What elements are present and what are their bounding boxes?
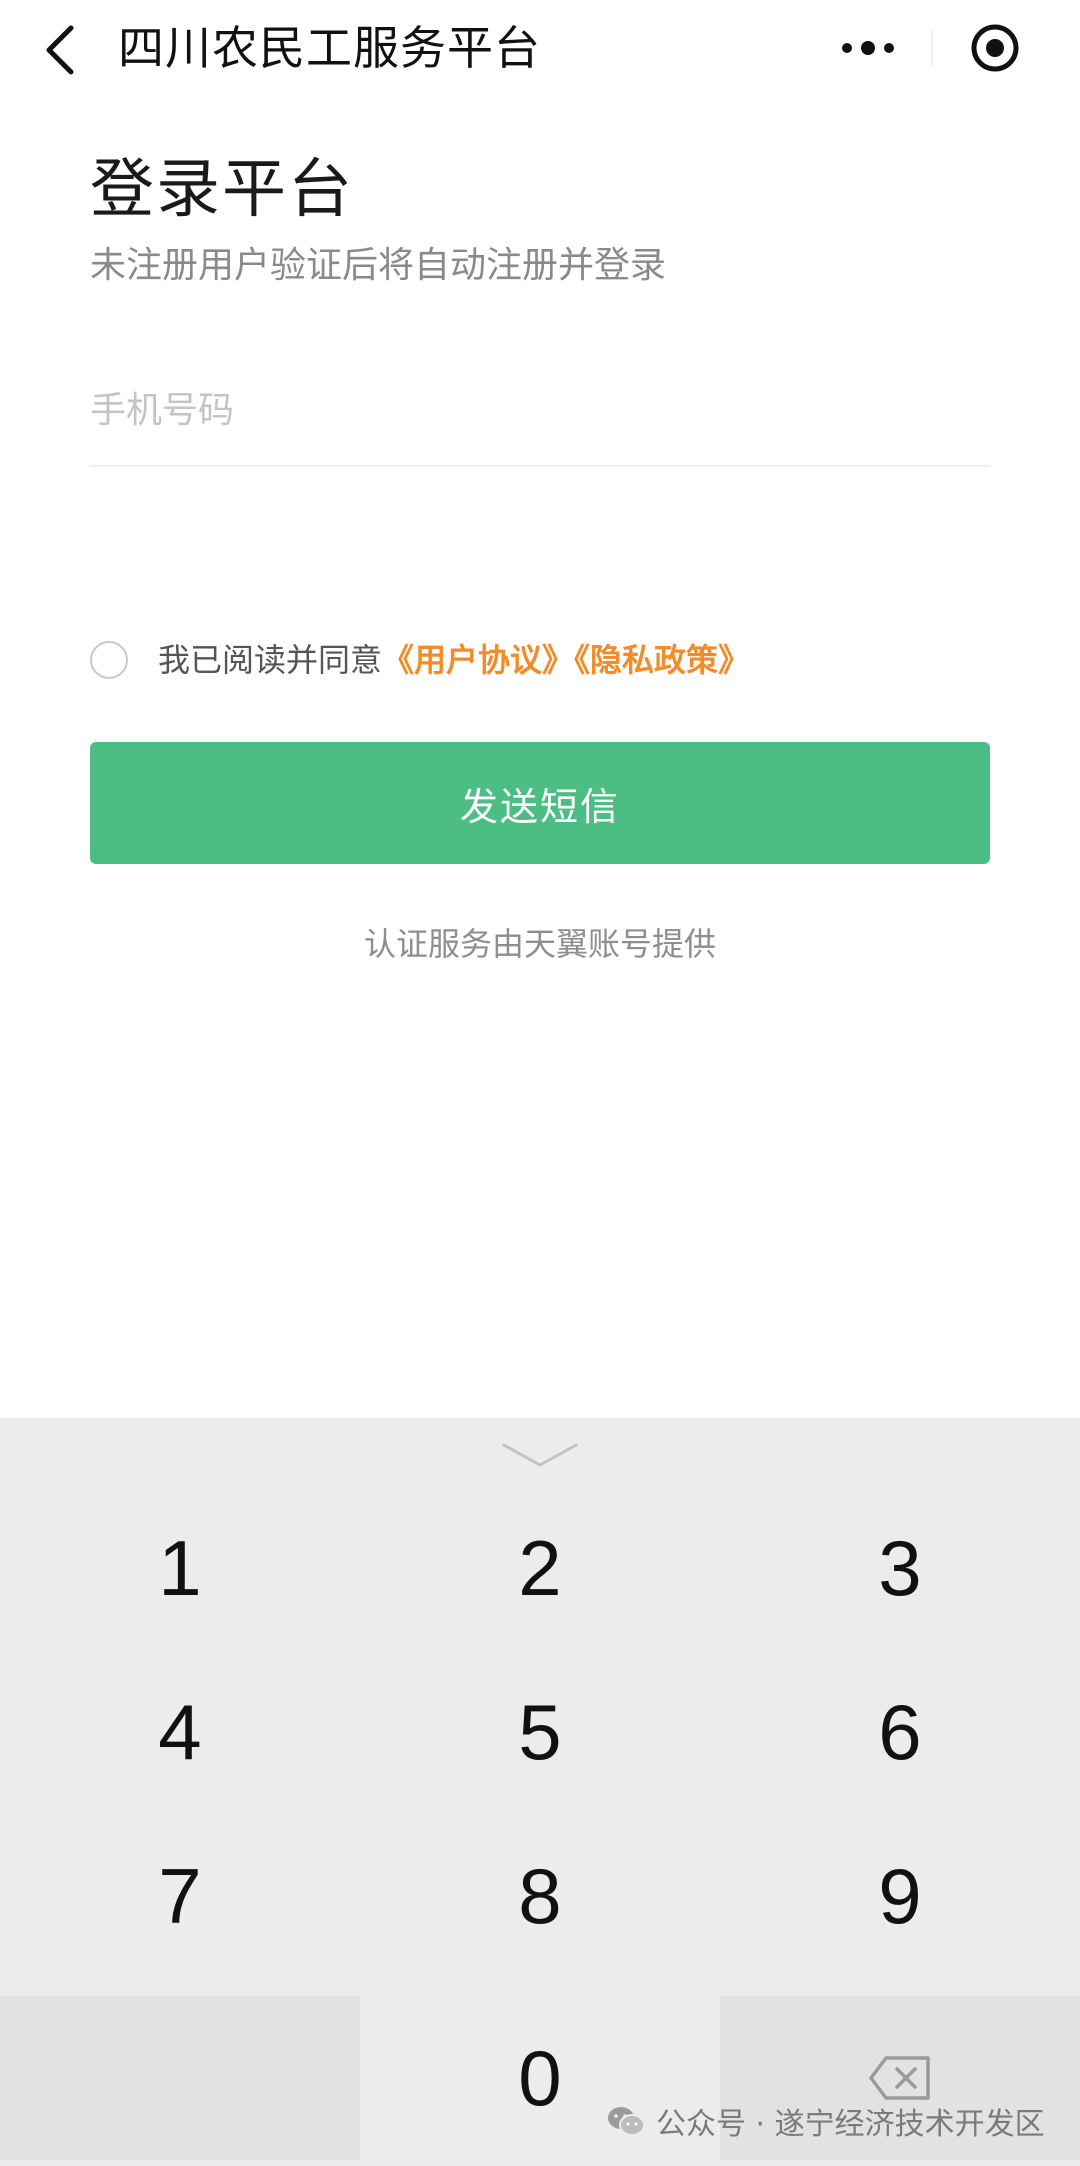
key-7[interactable]: 7 [0, 1814, 360, 1978]
numeric-keyboard: 1 2 3 4 5 6 7 8 9 0 [0, 1418, 1080, 2166]
key-9[interactable]: 9 [720, 1814, 1080, 1978]
watermark-text: 公众号 · 遂宁经济技术开发区 [656, 2107, 1045, 2142]
key-1[interactable]: 1 [0, 1486, 360, 1650]
watermark: 公众号 · 遂宁经济技术开发区 [606, 2096, 1045, 2146]
input-divider [90, 465, 990, 467]
key-5[interactable]: 5 [360, 1650, 720, 1814]
chevron-down-icon [502, 1443, 578, 1467]
collapse-keyboard-button[interactable] [490, 1426, 590, 1486]
chevron-left-icon [46, 25, 74, 75]
wechat-icon [608, 2107, 645, 2136]
target-circle-icon [971, 24, 1019, 72]
key-blank [0, 1996, 360, 2160]
page-title: 登录平台 [90, 153, 354, 227]
mini-program-capsule [805, 6, 1057, 90]
agreement-text: 我已阅读并同意《用户协议》《隐私政策》 [158, 636, 750, 684]
auth-provider-note: 认证服务由天翼账号提供 [363, 925, 716, 963]
back-button[interactable] [30, 15, 90, 85]
more-options-button[interactable] [805, 6, 931, 90]
key-6[interactable]: 6 [720, 1650, 1080, 1814]
backspace-icon [869, 2056, 930, 2100]
key-3[interactable]: 3 [720, 1486, 1080, 1650]
agreement-checkbox[interactable] [90, 641, 128, 679]
privacy-policy-link[interactable]: 《隐私政策》 [574, 641, 750, 679]
navigation-bar: 四川农民工服务平台 [0, 0, 1080, 100]
close-mini-program-button[interactable] [933, 6, 1057, 90]
page-subtitle: 未注册用户验证后将自动注册并登录 [90, 245, 667, 286]
more-dots-icon [842, 41, 894, 55]
nav-title: 四川农民工服务平台 [118, 21, 541, 75]
key-2[interactable]: 2 [360, 1486, 720, 1650]
send-sms-button[interactable]: 发送短信 [90, 742, 990, 864]
agreement-prefix: 我已阅读并同意 [158, 641, 383, 679]
key-8[interactable]: 8 [360, 1814, 720, 1978]
phone-number-input[interactable] [90, 380, 990, 440]
user-agreement-link[interactable]: 《用户协议》 [382, 641, 574, 679]
key-4[interactable]: 4 [0, 1650, 360, 1814]
